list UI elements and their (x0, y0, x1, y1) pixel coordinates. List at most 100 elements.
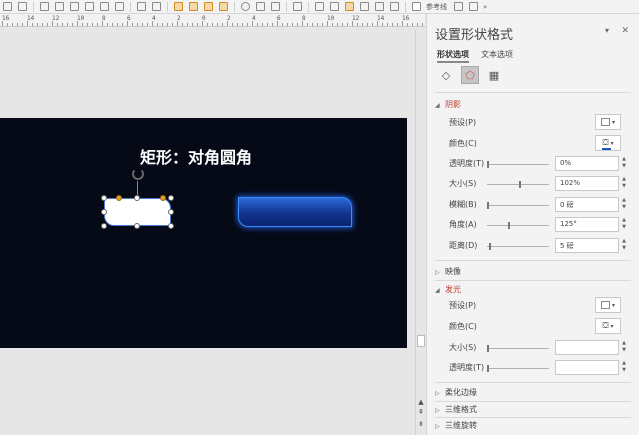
fill-line-icon[interactable]: ◇ (437, 66, 455, 84)
fill-color-icon[interactable] (345, 2, 354, 11)
resize-handle[interactable] (134, 195, 140, 201)
next-slide-icon[interactable]: ⇟ (417, 420, 425, 428)
ungroup-icon[interactable] (189, 2, 198, 11)
vertical-scrollbar[interactable]: ▲ ⇞ ⇟ (415, 30, 425, 435)
spinner-icon[interactable]: ▲ ▼ (620, 360, 628, 375)
glow-transparency-input[interactable] (555, 360, 619, 375)
scroll-up-icon[interactable]: ▲ (417, 398, 425, 406)
spinner-icon[interactable]: ▲ ▼ (620, 156, 628, 171)
shadow-color-picker[interactable]: ⛋ ▾ (595, 135, 621, 151)
eyedropper-glow-icon[interactable] (390, 2, 399, 11)
align-center-icon[interactable] (55, 2, 64, 11)
glow-size-input[interactable] (555, 340, 619, 355)
rotate-handle-icon[interactable] (132, 168, 144, 180)
shadow-size-input[interactable]: 102% (555, 176, 619, 191)
glow-transparency-slider[interactable] (487, 365, 549, 372)
group-icon[interactable] (174, 2, 183, 11)
close-icon[interactable]: ✕ (621, 26, 629, 36)
glow-size-slider[interactable] (487, 345, 549, 352)
slider-knob[interactable] (487, 161, 489, 168)
shadow-distance-slider[interactable] (487, 243, 549, 250)
glow-rounded-rectangle[interactable] (238, 197, 352, 227)
close-icon[interactable] (18, 2, 27, 11)
shadow-angle-slider[interactable] (487, 222, 549, 229)
guides-checkbox[interactable] (412, 2, 421, 11)
distribute-icon[interactable] (137, 2, 146, 11)
section-glow[interactable]: ◢ 发光 (435, 284, 461, 295)
spinner-icon[interactable]: ▲ ▼ (620, 238, 628, 253)
slide[interactable]: 矩形：对角圆角 (0, 118, 407, 348)
adjust-handle[interactable] (160, 195, 166, 201)
format-shape-pane: 设置形状格式 ▾ ✕ 形状选项 文本选项 ◇ ⬠ ▦ ◢ 阴影 预设(P) ▾ 颜… (426, 14, 639, 435)
shadow-preset-picker[interactable]: ▾ (595, 114, 621, 130)
size-properties-icon[interactable]: ▦ (485, 66, 503, 84)
resize-handle[interactable] (168, 223, 174, 229)
effects-icon[interactable]: ⬠ (461, 66, 479, 84)
toolbar-divider (286, 1, 287, 12)
spinner-icon[interactable]: ▲ ▼ (620, 340, 628, 355)
section-3d-rotation[interactable]: ▷ 三维旋转 (435, 420, 477, 431)
shadow-transparency-input[interactable]: 0% (555, 156, 619, 171)
send-backward-icon[interactable] (219, 2, 228, 11)
text-box-icon[interactable] (360, 2, 369, 11)
shadow-transparency-slider[interactable] (487, 161, 549, 168)
slider-knob[interactable] (489, 243, 491, 250)
eyedropper-icon[interactable] (315, 2, 324, 11)
slider-knob[interactable] (487, 345, 489, 352)
bring-forward-icon[interactable] (204, 2, 213, 11)
merge-shapes-icon[interactable] (271, 2, 280, 11)
shadow-distance-input[interactable]: 5 磅 (555, 238, 619, 253)
rotate-icon[interactable] (152, 2, 161, 11)
shadow-size-slider[interactable] (487, 181, 549, 188)
resize-handle[interactable] (134, 223, 140, 229)
shadow-blur-label: 模糊(B) (449, 200, 477, 209)
slide-title[interactable]: 矩形：对角圆角 (140, 144, 252, 168)
align-middle-icon[interactable] (100, 2, 109, 11)
shadow-blur-slider[interactable] (487, 202, 549, 209)
slider-knob[interactable] (519, 181, 521, 188)
ruler-tick (57, 23, 58, 26)
slider-knob[interactable] (508, 222, 510, 229)
align-left-icon[interactable] (40, 2, 49, 11)
align-top-icon[interactable] (85, 2, 94, 11)
glow-color-picker[interactable]: ⛋ ▾ (595, 318, 621, 334)
slider-knob[interactable] (487, 365, 489, 372)
section-reflection[interactable]: ▷ 映像 (435, 266, 461, 277)
section-3d-format[interactable]: ▷ 三维格式 (435, 404, 477, 415)
selection-pane-icon[interactable] (454, 2, 463, 11)
resize-handle[interactable] (168, 195, 174, 201)
more-chevron-icon[interactable]: » (483, 3, 487, 11)
resize-handle[interactable] (101, 209, 107, 215)
adjust-handle[interactable] (116, 195, 122, 201)
section-soft-edges[interactable]: ▷ 柔化边缘 (435, 387, 477, 398)
edit-shape-icon[interactable] (256, 2, 265, 11)
glow-preset-picker[interactable]: ▾ (595, 297, 621, 313)
ruler-tick (107, 23, 108, 26)
format-painter-icon[interactable] (469, 2, 478, 11)
prev-slide-icon[interactable]: ⇞ (417, 408, 425, 416)
align-bottom-icon[interactable] (115, 2, 124, 11)
shadow-blur-input[interactable]: 0 磅 (555, 197, 619, 212)
selected-rounded-rectangle[interactable] (104, 198, 171, 226)
resize-handle[interactable] (101, 195, 107, 201)
spinner-icon[interactable]: ▲ ▼ (620, 217, 628, 232)
shape-icon[interactable] (241, 2, 250, 11)
picture-icon[interactable] (293, 2, 302, 11)
spinner-icon[interactable]: ▲ ▼ (620, 176, 628, 191)
glow-color-row: 颜色(C) ⛋ ▾ (427, 318, 639, 336)
scrollbar-thumb[interactable] (417, 335, 425, 347)
resize-handle[interactable] (168, 209, 174, 215)
align-right-icon[interactable] (70, 2, 79, 11)
shadow-angle-input[interactable]: 125° (555, 217, 619, 232)
slider-knob[interactable] (487, 202, 489, 209)
section-shadow[interactable]: ◢ 阴影 (435, 99, 461, 110)
tab-shape-options[interactable]: 形状选项 (437, 49, 469, 63)
pane-options-icon[interactable]: ▾ (605, 26, 609, 35)
spinner-icon[interactable]: ▲ ▼ (620, 197, 628, 212)
save-icon[interactable] (3, 2, 12, 11)
eyedropper-text-icon[interactable] (375, 2, 384, 11)
ruler-tick (7, 23, 8, 26)
resize-handle[interactable] (101, 223, 107, 229)
tab-text-options[interactable]: 文本选项 (481, 49, 513, 60)
eyedropper-outline-icon[interactable] (330, 2, 339, 11)
